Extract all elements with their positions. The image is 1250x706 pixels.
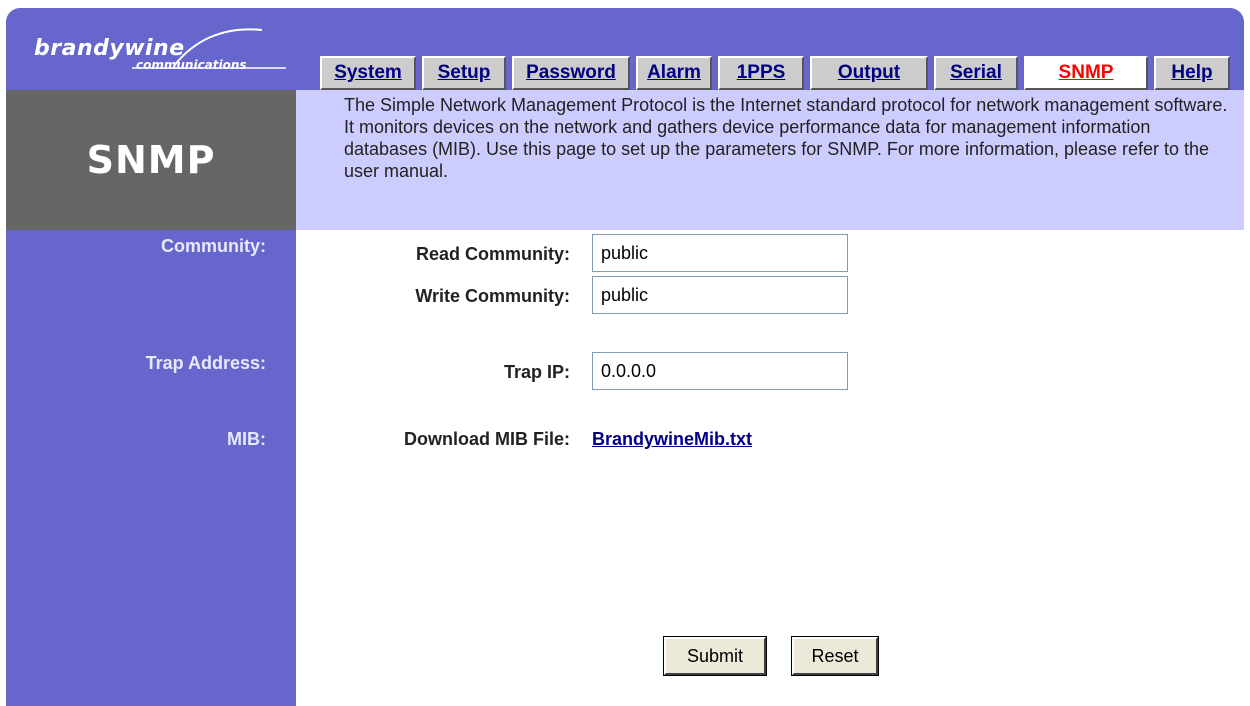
download-mib-label: Download MIB File:	[404, 429, 570, 449]
page-frame: brandywine communications System Setup P…	[0, 0, 1250, 706]
page-title-box: SNMP	[6, 90, 296, 230]
tab-system[interactable]: System	[320, 56, 416, 90]
trap-ip-label: Trap IP:	[503, 362, 570, 382]
page-title: SNMP	[86, 138, 216, 182]
section-label-mib: MIB:	[227, 429, 266, 449]
section-label-community: Community:	[161, 236, 266, 256]
page-description: The Simple Network Management Protocol i…	[296, 90, 1244, 230]
reset-button[interactable]: Reset	[791, 636, 879, 676]
tab-help[interactable]: Help	[1154, 56, 1230, 90]
tab-password[interactable]: Password	[512, 56, 630, 90]
tab-1pps[interactable]: 1PPS	[718, 56, 804, 90]
tab-snmp[interactable]: SNMP	[1024, 56, 1148, 90]
read-community-input[interactable]	[592, 234, 848, 272]
tab-setup[interactable]: Setup	[422, 56, 506, 90]
tab-output[interactable]: Output	[810, 56, 928, 90]
read-community-label: Read Community:	[415, 244, 570, 264]
mib-file-link[interactable]: BrandywineMib.txt	[592, 429, 752, 450]
tab-serial[interactable]: Serial	[934, 56, 1018, 90]
section-label-trap-address: Trap Address:	[145, 353, 266, 373]
write-community-label: Write Community:	[415, 286, 570, 306]
brand-logo: brandywine communications	[24, 20, 304, 80]
brand-tagline: communications	[136, 58, 247, 72]
trap-ip-input[interactable]	[592, 352, 848, 390]
nav-tabs: System Setup Password Alarm 1PPS Output …	[320, 56, 1230, 92]
write-community-input[interactable]	[592, 276, 848, 314]
submit-button[interactable]: Submit	[663, 636, 767, 676]
header-bar: brandywine communications System Setup P…	[6, 8, 1244, 90]
tab-alarm[interactable]: Alarm	[636, 56, 712, 90]
